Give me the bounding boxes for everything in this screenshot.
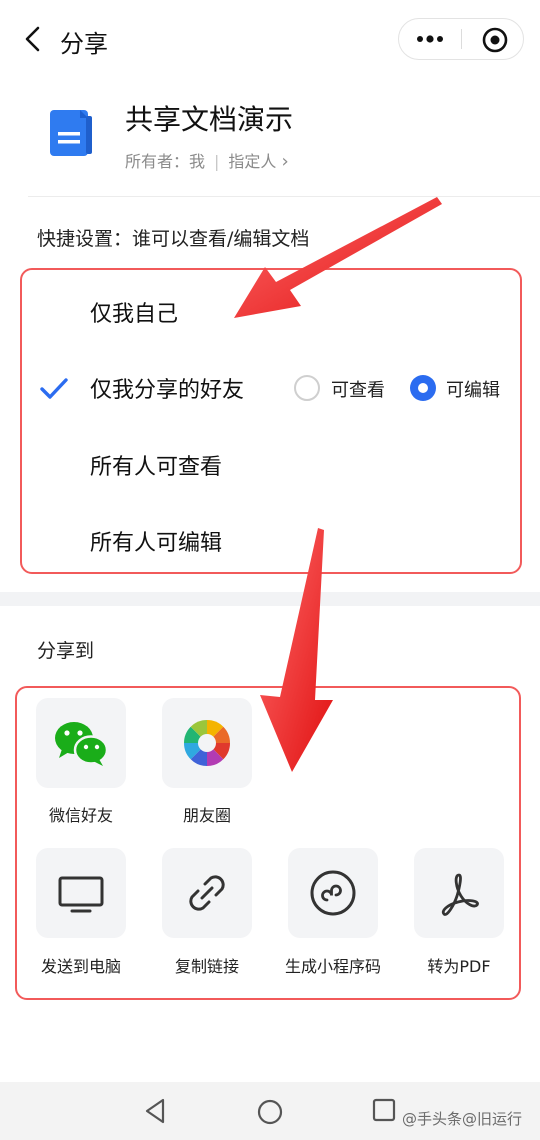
arrow-to-share xyxy=(260,528,333,772)
arrow-to-permissions xyxy=(234,197,442,318)
watermark: @手头条@旧运行 xyxy=(402,1110,523,1128)
nav-back-icon[interactable] xyxy=(143,1098,167,1124)
nav-recents-icon[interactable] xyxy=(372,1098,398,1124)
nav-home-icon[interactable] xyxy=(256,1098,284,1126)
annotation-arrows xyxy=(234,197,442,772)
